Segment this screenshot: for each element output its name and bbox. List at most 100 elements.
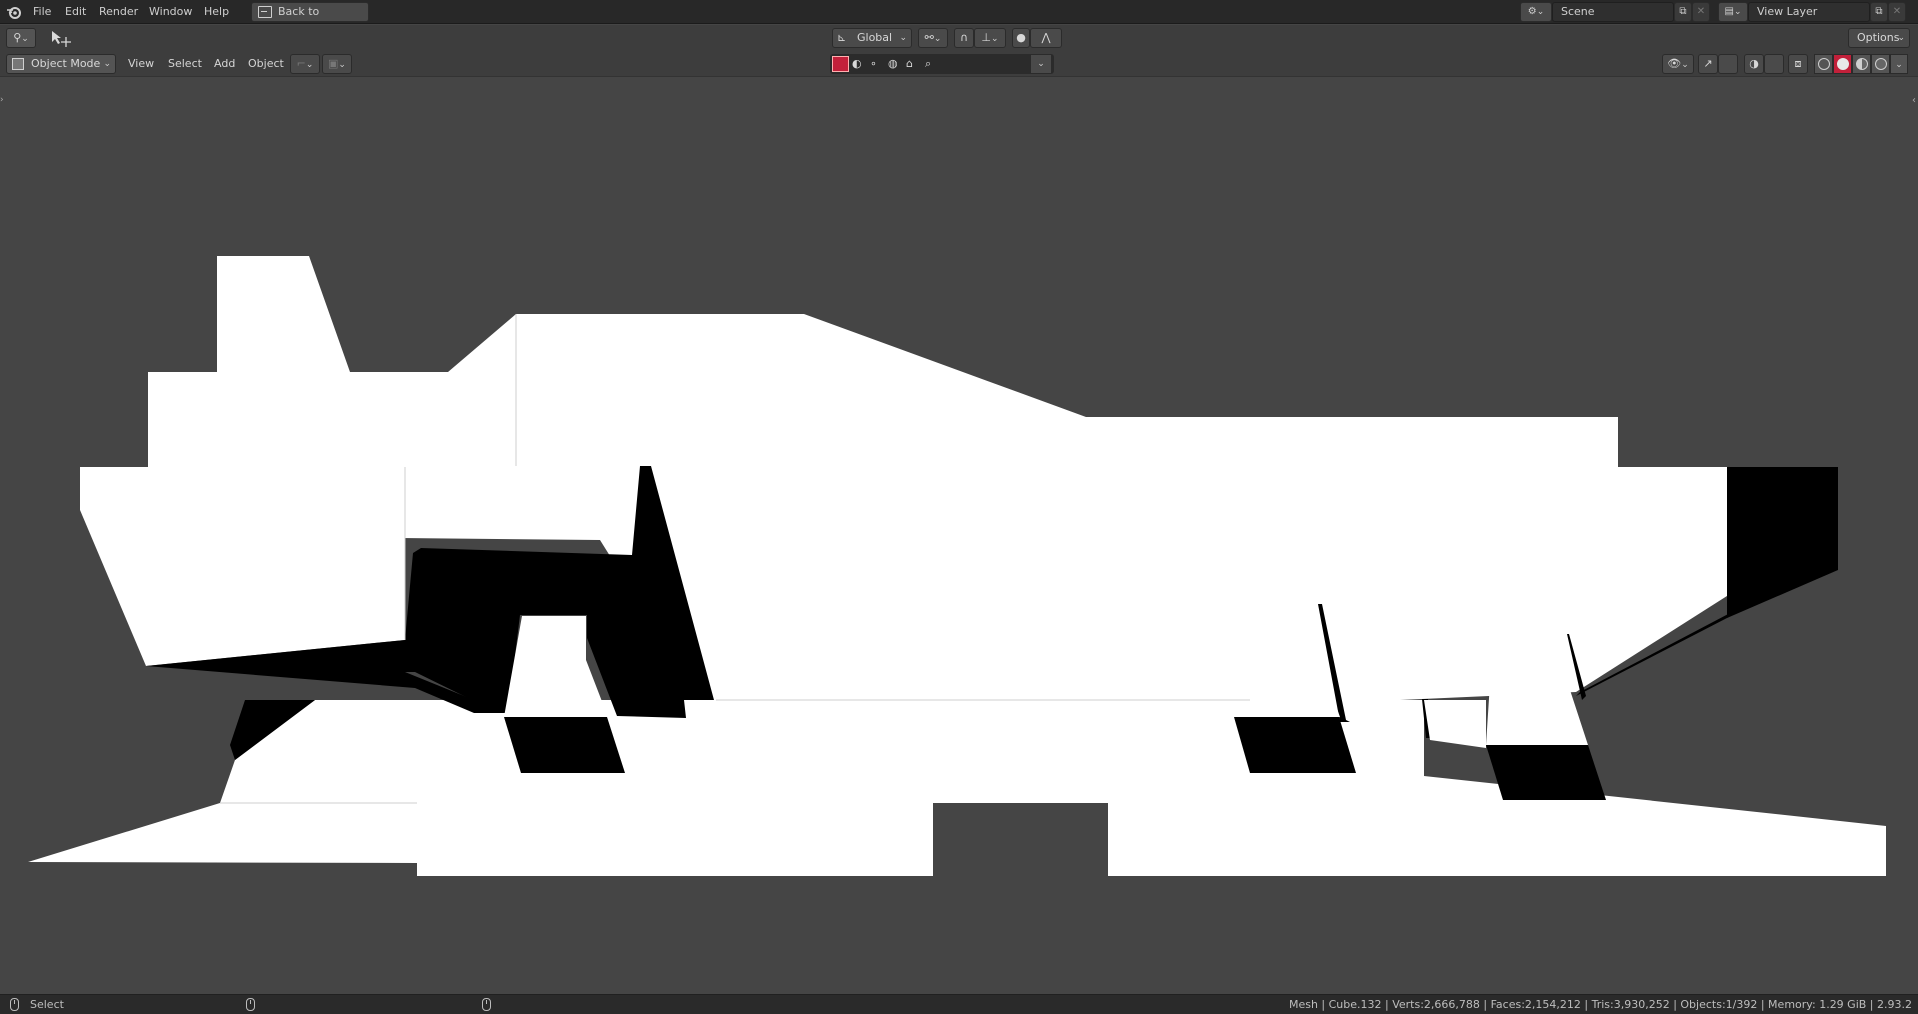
view-layer-browse-button[interactable]: ▤⌄ bbox=[1718, 2, 1748, 22]
xray-icon: ⧈ bbox=[1794, 57, 1802, 70]
proportional-editing-toggle[interactable]: ● bbox=[1012, 28, 1030, 48]
pivot-point-icon: ⚯ bbox=[924, 31, 934, 44]
face-left-front[interactable] bbox=[80, 467, 405, 666]
chevron-down-icon: ⌄ bbox=[1733, 7, 1742, 17]
magnet-icon: ∩ bbox=[959, 31, 969, 44]
menu-window[interactable]: Window bbox=[149, 0, 192, 24]
tool-options-button[interactable]: ⚲⌄ bbox=[6, 28, 36, 48]
back-to-previous-button[interactable]: Back to Previous bbox=[251, 2, 369, 36]
chevron-down-icon[interactable]: ⌄ bbox=[1031, 55, 1051, 73]
duplicate-icon: ⧉ bbox=[1875, 6, 1883, 17]
view-layer-icon: ▤ bbox=[1724, 6, 1734, 17]
new-scene-button[interactable]: ⧉ bbox=[1674, 2, 1692, 22]
chevron-down-icon: ⌄ bbox=[305, 60, 314, 70]
brush-filter-icon[interactable]: ⌂ bbox=[906, 55, 913, 73]
status-bar: Select Mesh | Cube.132 | Verts:2,666,788… bbox=[0, 994, 1918, 1014]
chevron-down-icon: ⌄ bbox=[933, 34, 942, 44]
view-layer-name-field[interactable]: View Layer bbox=[1748, 2, 1870, 22]
material-sphere-icon bbox=[1856, 58, 1868, 70]
shadow-leg1[interactable] bbox=[504, 717, 625, 773]
scene-icon: ⚙ bbox=[1527, 6, 1537, 17]
transform-orientation-dropdown[interactable]: ⊾ Global ⌄ bbox=[832, 28, 912, 48]
render-filter-icon[interactable]: ◐ bbox=[852, 55, 862, 73]
proportional-edit-icon: ● bbox=[1016, 31, 1026, 44]
delete-scene-button[interactable]: ✕ bbox=[1692, 2, 1710, 22]
object-visibility-icon: ▣ bbox=[328, 57, 339, 70]
mouse-right-icon bbox=[482, 998, 491, 1011]
material-preview-button[interactable] bbox=[1852, 54, 1871, 74]
shadow-leg3[interactable] bbox=[1486, 745, 1606, 800]
transform-affect-icon: ⌐ bbox=[296, 57, 306, 70]
shadow-right-block[interactable] bbox=[1727, 467, 1838, 618]
mode-dropdown[interactable]: Object Mode ⌄ bbox=[6, 54, 116, 74]
object-mode-icon bbox=[12, 58, 24, 70]
mouse-left-icon bbox=[10, 998, 19, 1011]
gizmo-icon: ↗ bbox=[1703, 57, 1713, 70]
menu-view[interactable]: View bbox=[128, 54, 154, 74]
snap-increment-icon: ⊥ bbox=[981, 31, 992, 44]
menu-render[interactable]: Render bbox=[99, 0, 138, 24]
overlays-dropdown[interactable] bbox=[1764, 54, 1784, 74]
chevron-down-icon: ⌄ bbox=[1895, 60, 1903, 70]
selectable-filter-icon[interactable] bbox=[832, 56, 849, 72]
options-label: Options bbox=[1857, 31, 1900, 44]
wireframe-shading-button[interactable] bbox=[1814, 54, 1833, 74]
outliner-filter-bar: ◐ ∘ ◍ ⌂ ⌕ ⌄ bbox=[830, 54, 1054, 74]
chevron-down-icon: ⌄ bbox=[899, 33, 907, 43]
scene-statistics: Mesh | Cube.132 | Verts:2,666,788 | Face… bbox=[1288, 998, 1912, 1011]
face-mid-slab[interactable] bbox=[1424, 700, 1486, 748]
world-filter-icon[interactable]: ◍ bbox=[888, 55, 898, 73]
scene-name-field[interactable]: Scene bbox=[1552, 2, 1674, 22]
chevron-down-icon: ⌄ bbox=[991, 34, 999, 44]
visibility-selectability-dropdown[interactable]: 👁⌄ bbox=[1662, 54, 1694, 74]
eye-icon: 👁 bbox=[1667, 57, 1682, 70]
new-view-layer-button[interactable]: ⧉ bbox=[1870, 2, 1888, 22]
chevron-down-icon: ⌄ bbox=[1681, 60, 1689, 70]
snap-toggle[interactable]: ∩ bbox=[954, 28, 974, 48]
menu-select[interactable]: Select bbox=[168, 54, 202, 74]
chevron-down-icon: ⌄ bbox=[1536, 7, 1545, 17]
menu-add[interactable]: Add bbox=[214, 54, 235, 74]
menu-file[interactable]: File bbox=[33, 0, 51, 24]
menu-help[interactable]: Help bbox=[204, 0, 229, 24]
3d-viewport[interactable]: › ‹ bbox=[0, 77, 1918, 994]
overlays-toggle[interactable]: ◑ bbox=[1744, 54, 1764, 74]
physics-filter-icon[interactable]: ∘ bbox=[870, 55, 877, 73]
close-icon: ✕ bbox=[1696, 6, 1706, 17]
back-screen-icon bbox=[258, 6, 272, 18]
close-icon: ✕ bbox=[1892, 6, 1902, 17]
gizmo-dropdown[interactable] bbox=[1718, 54, 1738, 74]
transform-affect-dropdown[interactable]: ⌐⌄ bbox=[290, 54, 320, 74]
orientation-axes-icon: ⊾ bbox=[837, 31, 847, 44]
search-input[interactable] bbox=[941, 56, 1031, 72]
chevron-down-icon: ⌄ bbox=[1897, 33, 1905, 43]
scene-render bbox=[28, 256, 1886, 876]
proportional-falloff-dropdown[interactable]: ⋀ bbox=[1030, 28, 1062, 48]
wireframe-sphere-icon bbox=[1818, 58, 1830, 70]
status-left-action: Select bbox=[30, 998, 64, 1011]
snap-target-dropdown[interactable]: ⊥⌄ bbox=[974, 28, 1006, 48]
menu-edit[interactable]: Edit bbox=[65, 0, 86, 24]
delete-view-layer-button[interactable]: ✕ bbox=[1888, 2, 1906, 22]
mouse-middle-icon bbox=[246, 998, 255, 1011]
shadow-leg2[interactable] bbox=[1234, 717, 1356, 773]
rendered-sphere-icon bbox=[1875, 58, 1887, 70]
scene-name: Scene bbox=[1561, 5, 1595, 18]
face-deck[interactable] bbox=[28, 700, 1886, 876]
gizmo-toggle[interactable]: ↗ bbox=[1698, 54, 1718, 74]
object-type-visibility-dropdown[interactable]: ▣⌄ bbox=[322, 54, 352, 74]
scene-browse-button[interactable]: ⚙⌄ bbox=[1520, 2, 1552, 22]
options-dropdown[interactable]: Options ⌄ bbox=[1848, 28, 1910, 48]
pivot-point-dropdown[interactable]: ⚯⌄ bbox=[918, 28, 948, 48]
chevron-down-icon: ⌄ bbox=[103, 59, 111, 69]
top-menu-bar: File Edit Render Window Help Back to Pre… bbox=[0, 0, 1918, 36]
select-cursor-icon[interactable] bbox=[50, 29, 74, 49]
shading-options-dropdown[interactable]: ⌄ bbox=[1890, 54, 1908, 74]
menu-object[interactable]: Object bbox=[248, 54, 284, 74]
blender-logo-icon[interactable] bbox=[6, 4, 22, 20]
xray-toggle[interactable]: ⧈ bbox=[1788, 54, 1808, 74]
chevron-down-icon: ⌄ bbox=[21, 34, 29, 44]
solid-shading-button[interactable] bbox=[1833, 54, 1852, 74]
mode-value: Object Mode bbox=[31, 57, 101, 70]
rendered-shading-button[interactable] bbox=[1871, 54, 1890, 74]
